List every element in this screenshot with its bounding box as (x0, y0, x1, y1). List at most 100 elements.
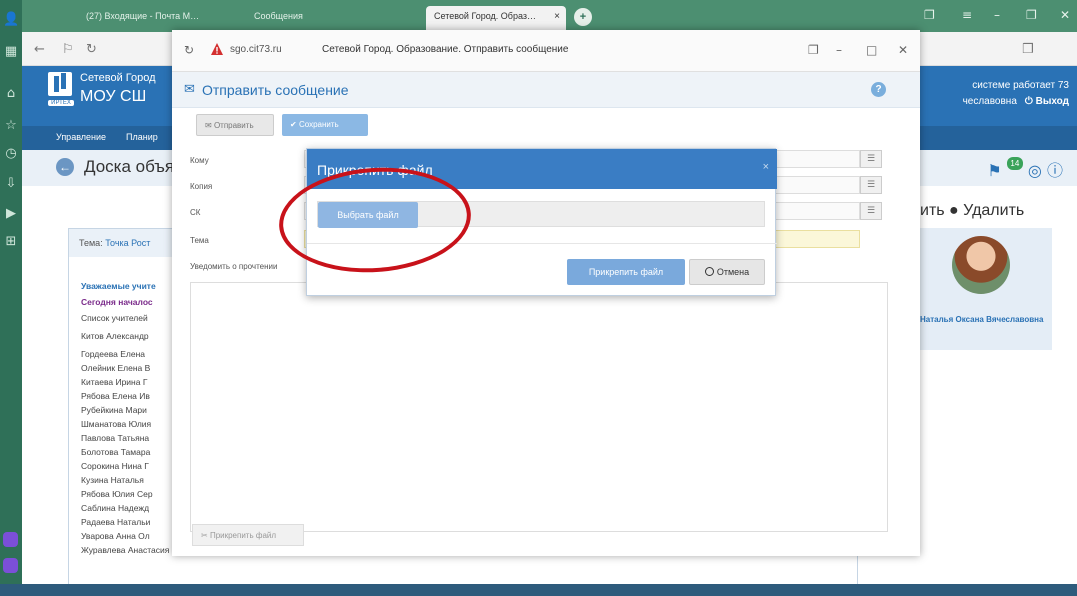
menu-icon[interactable]: ≡ (962, 8, 972, 22)
grid-icon[interactable]: ▦ (3, 44, 19, 60)
envelope-icon: ✉ (205, 121, 214, 130)
pin-icon[interactable]: ⚐ (62, 42, 74, 57)
author-card: Наталья Оксана Вячеславовна (912, 228, 1052, 350)
reload-icon[interactable]: ↻ (86, 42, 97, 57)
save-label: Сохранить (298, 120, 339, 129)
compose-header: ✉ Отправить сообщение ? (172, 72, 920, 108)
save-button[interactable]: ✔ Сохранить (282, 114, 368, 136)
tab-label: Сетевой Город. Образ… (434, 11, 536, 21)
subject-label: Тема (190, 236, 209, 245)
close-tab-icon[interactable]: × (554, 11, 560, 22)
notification-badge[interactable]: 14 (1006, 157, 1023, 170)
extension-icon[interactable]: ❒ (1022, 42, 1034, 57)
post-line: Рябова Елена Ив (81, 391, 150, 401)
post-line: Болотова Тамара (81, 447, 151, 457)
post-line: Кузина Наталья (81, 475, 144, 485)
paperclip-icon: ✂ (201, 531, 210, 540)
cancel-button[interactable]: Отмена (689, 259, 765, 285)
chat-icon[interactable]: ◎ (1028, 161, 1042, 180)
post-line: Уважаемые учите (81, 281, 156, 291)
post-line: Сорокина Нина Г (81, 461, 149, 471)
bcc-label: СК (190, 208, 201, 217)
site-logo-icon (48, 72, 72, 96)
logout-link[interactable]: ⏻ Выход (1025, 96, 1069, 107)
school-name: МОУ СШ (80, 88, 147, 105)
post-line: Список учителей (81, 313, 148, 323)
close-icon[interactable]: ✕ (898, 43, 908, 57)
message-body-textarea[interactable] (190, 282, 888, 532)
warning-icon (211, 43, 223, 55)
logo-label: ИРТЕХ (48, 100, 74, 106)
user-name[interactable]: чеславовна (963, 96, 1017, 107)
download-icon[interactable]: ⇩ (3, 176, 19, 192)
app-icon[interactable] (3, 558, 18, 573)
cancel-label: Отмена (716, 267, 750, 277)
avatar (952, 236, 1010, 294)
address-book-icon[interactable]: ☰ (860, 176, 882, 194)
to-label: Кому (190, 156, 209, 165)
new-tab-button[interactable]: + (574, 8, 592, 26)
maximize-icon[interactable]: ❐ (1026, 8, 1037, 22)
back-icon[interactable]: ← (34, 42, 45, 57)
copy-label: Копия (190, 182, 213, 191)
send-button[interactable]: ✉ Отправить (196, 114, 274, 136)
app-icon[interactable] (3, 532, 18, 547)
author-name[interactable]: Наталья Оксана Вячеславовна (920, 314, 1043, 326)
reload-icon[interactable]: ↻ (184, 43, 194, 57)
plus-icon[interactable]: ⊞ (3, 234, 19, 250)
help-icon[interactable]: ? (871, 82, 886, 97)
post-line: Китаева Ирина Г (81, 377, 148, 387)
post-line: Уварова Анна Ол (81, 531, 150, 541)
history-icon[interactable]: ◷ (3, 146, 19, 162)
star-icon[interactable]: ☆ (3, 118, 19, 134)
close-icon[interactable]: × (763, 161, 769, 173)
status-text: системе работает 73 (972, 80, 1069, 91)
post-line: Китов Александр (81, 331, 149, 341)
menu-item-planning[interactable]: Планир (126, 132, 158, 142)
user-icon[interactable]: 👤 (3, 12, 19, 28)
send-label: Отправить (213, 121, 254, 130)
popup-url: sgo.cit73.ru (230, 44, 282, 55)
compose-title: Отправить сообщение (202, 82, 349, 98)
address-book-icon[interactable]: ☰ (860, 150, 882, 168)
back-arrow-icon[interactable]: ← (56, 158, 74, 176)
play-icon[interactable]: ▶ (3, 206, 19, 222)
post-line: Рябова Юлия Сер (81, 489, 153, 499)
post-line: Шманатова Юлия (81, 419, 152, 429)
post-line: Гордеева Елена (81, 349, 145, 359)
tab-label: Сообщения (254, 11, 303, 21)
tab-mail[interactable]: (27) Входящие - Почта М… (78, 6, 238, 30)
compose-icon: ✉ (184, 82, 195, 97)
delete-button[interactable]: ить ● Удалить (920, 202, 1024, 220)
home-icon[interactable]: ⌂ (3, 86, 19, 102)
attach-file-button[interactable]: ✂ Прикрепить файл (192, 524, 304, 546)
attach-button[interactable]: Прикрепить файл (567, 259, 685, 285)
minimize-icon[interactable]: – (994, 8, 1000, 22)
topic-value: Точка Рост (105, 238, 151, 248)
topic-label: Тема: (79, 238, 103, 248)
left-sidebar: 👤 ▦ ⌂ ☆ ◷ ⇩ ▶ ⊞ (0, 0, 22, 596)
tab-label: (27) Входящие - Почта М… (86, 11, 200, 21)
window-icon[interactable]: ❐ (808, 43, 819, 57)
notify-label: Уведомить о прочтении (190, 262, 278, 271)
tab-messages[interactable]: Сообщения (246, 6, 356, 30)
logout-label: Выход (1035, 96, 1069, 107)
tab-network-city[interactable]: Сетевой Город. Образ… × (426, 6, 566, 30)
post-line: Саблина Надежд (81, 503, 150, 513)
maximize-icon[interactable]: □ (866, 43, 877, 57)
minimize-icon[interactable]: – (836, 43, 842, 57)
tab-strip: (27) Входящие - Почта М… Сообщения Сетев… (22, 0, 1077, 32)
megaphone-icon[interactable]: ⚑ (987, 161, 1001, 180)
post-line: Рубейкина Мари (81, 405, 147, 415)
close-window-icon[interactable]: ✕ (1060, 8, 1070, 22)
popup-title-bar: ↻ sgo.cit73.ru Сетевой Город. Образовани… (172, 30, 920, 72)
menu-item-management[interactable]: Управление (56, 132, 106, 142)
attach-file-label: Прикрепить файл (209, 531, 277, 540)
window-icon[interactable]: ❐ (924, 8, 935, 22)
help-icon[interactable]: ⓘ (1047, 161, 1063, 180)
post-line: Павлова Татьяна (81, 433, 150, 443)
site-name[interactable]: Сетевой Город (80, 72, 156, 84)
user-info: чеславовна ⏻ Выход (963, 96, 1069, 107)
address-book-icon[interactable]: ☰ (860, 202, 882, 220)
post-line: Олейник Елена В (81, 363, 151, 373)
